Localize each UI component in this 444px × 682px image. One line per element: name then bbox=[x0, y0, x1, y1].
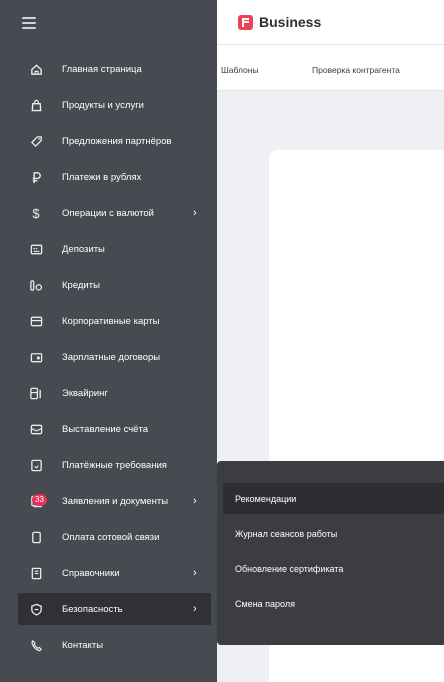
tab-templates[interactable]: Шаблоны bbox=[221, 65, 259, 75]
sidebar: Главная страница Продукты и услуги Предл… bbox=[0, 0, 217, 682]
phone-icon bbox=[29, 530, 43, 544]
sidebar-item-label: Платежи в рублях bbox=[62, 171, 142, 183]
submenu-item-change-password[interactable]: Смена пароля bbox=[223, 588, 444, 619]
sidebar-item-label: Безопасность bbox=[62, 603, 123, 615]
notification-badge: 33 bbox=[32, 494, 47, 506]
chevron-right-icon: › bbox=[193, 207, 197, 219]
logo-text: Business bbox=[259, 14, 322, 30]
envelope-icon bbox=[29, 422, 43, 436]
sidebar-item-credits[interactable]: Кредиты bbox=[0, 269, 217, 301]
sidebar-item-label: Платёжные требования bbox=[62, 459, 167, 471]
sidebar-item-salary[interactable]: Зарплатные договоры bbox=[0, 341, 217, 373]
logo-icon bbox=[238, 15, 253, 30]
submenu-item-recommendations[interactable]: Рекомендации bbox=[223, 483, 444, 514]
chevron-right-icon: › bbox=[193, 567, 197, 579]
sidebar-item-currency[interactable]: $ Операции с валютой › bbox=[0, 197, 217, 229]
submenu-item-label: Рекомендации bbox=[235, 493, 297, 504]
home-icon bbox=[29, 62, 43, 76]
sidebar-item-acquiring[interactable]: Эквайринг bbox=[0, 377, 217, 409]
sidebar-item-ruble-payments[interactable]: Платежи в рублях bbox=[0, 161, 217, 193]
sidebar-item-label: Депозиты bbox=[62, 243, 105, 255]
sidebar-item-label: Главная страница bbox=[62, 63, 142, 75]
menu-icon[interactable] bbox=[22, 17, 36, 29]
card-icon bbox=[29, 314, 43, 328]
sidebar-item-label: Операции с валютой bbox=[62, 207, 154, 219]
book-icon bbox=[29, 566, 43, 580]
salary-card-icon bbox=[29, 350, 43, 364]
sidebar-item-products[interactable]: Продукты и услуги bbox=[0, 89, 217, 121]
pos-terminal-icon bbox=[29, 386, 43, 400]
sidebar-item-label: Выставление счёта bbox=[62, 423, 148, 435]
contacts-icon bbox=[29, 638, 43, 652]
tab-counterparty-check[interactable]: Проверка контрагента bbox=[312, 65, 400, 75]
sidebar-item-invoicing[interactable]: Выставление счёта bbox=[0, 413, 217, 445]
sidebar-item-corporate-cards[interactable]: Корпоративные карты bbox=[0, 305, 217, 337]
top-header: Business bbox=[217, 0, 444, 45]
sidebar-item-partners[interactable]: Предложения партнёров bbox=[0, 125, 217, 157]
submenu-item-session-log[interactable]: Журнал сеансов работы bbox=[223, 518, 444, 549]
submenu-item-certificate-update[interactable]: Обновление сертификата bbox=[223, 553, 444, 584]
submenu-item-label: Смена пароля bbox=[235, 598, 295, 609]
document-icon bbox=[29, 458, 43, 472]
sidebar-item-label: Оплата сотовой связи bbox=[62, 531, 160, 543]
sidebar-item-applications[interactable]: 33 Заявления и документы › bbox=[0, 485, 217, 517]
deposit-icon bbox=[29, 242, 43, 256]
sidebar-item-payment-requests[interactable]: Платёжные требования bbox=[0, 449, 217, 481]
dollar-icon: $ bbox=[32, 205, 40, 221]
sidebar-item-deposits[interactable]: Депозиты bbox=[0, 233, 217, 265]
ruble-icon bbox=[29, 170, 43, 184]
security-submenu: Рекомендации Журнал сеансов работы Обнов… bbox=[217, 461, 444, 645]
sidebar-item-label: Кредиты bbox=[62, 279, 100, 291]
sidebar-item-label: Заявления и документы bbox=[62, 495, 169, 507]
chevron-right-icon: › bbox=[193, 495, 197, 507]
shopping-bag-icon bbox=[29, 98, 43, 112]
sidebar-item-label: Справочники bbox=[62, 567, 120, 579]
tag-icon bbox=[29, 134, 43, 148]
sidebar-item-directories[interactable]: Справочники › bbox=[0, 557, 217, 589]
chevron-right-icon: › bbox=[193, 603, 197, 615]
sidebar-item-label: Зарплатные договоры bbox=[62, 351, 161, 363]
submenu-item-label: Обновление сертификата bbox=[235, 563, 344, 574]
credit-icon bbox=[29, 278, 43, 292]
sidebar-item-home[interactable]: Главная страница bbox=[0, 53, 217, 85]
sidebar-item-label: Эквайринг bbox=[62, 387, 108, 399]
sidebar-item-contacts[interactable]: Контакты bbox=[0, 629, 217, 661]
sidebar-item-label: Корпоративные карты bbox=[62, 315, 160, 327]
sidebar-item-security[interactable]: Безопасность › bbox=[18, 593, 211, 625]
sidebar-item-mobile-payment[interactable]: Оплата сотовой связи bbox=[0, 521, 217, 553]
sidebar-item-label: Контакты bbox=[62, 639, 104, 651]
shield-icon bbox=[29, 602, 43, 616]
sidebar-item-label: Продукты и услуги bbox=[62, 99, 144, 111]
sidebar-item-label: Предложения партнёров bbox=[62, 135, 172, 147]
submenu-item-label: Журнал сеансов работы bbox=[235, 528, 338, 539]
sub-navigation: Шаблоны Проверка контрагента bbox=[217, 45, 444, 91]
